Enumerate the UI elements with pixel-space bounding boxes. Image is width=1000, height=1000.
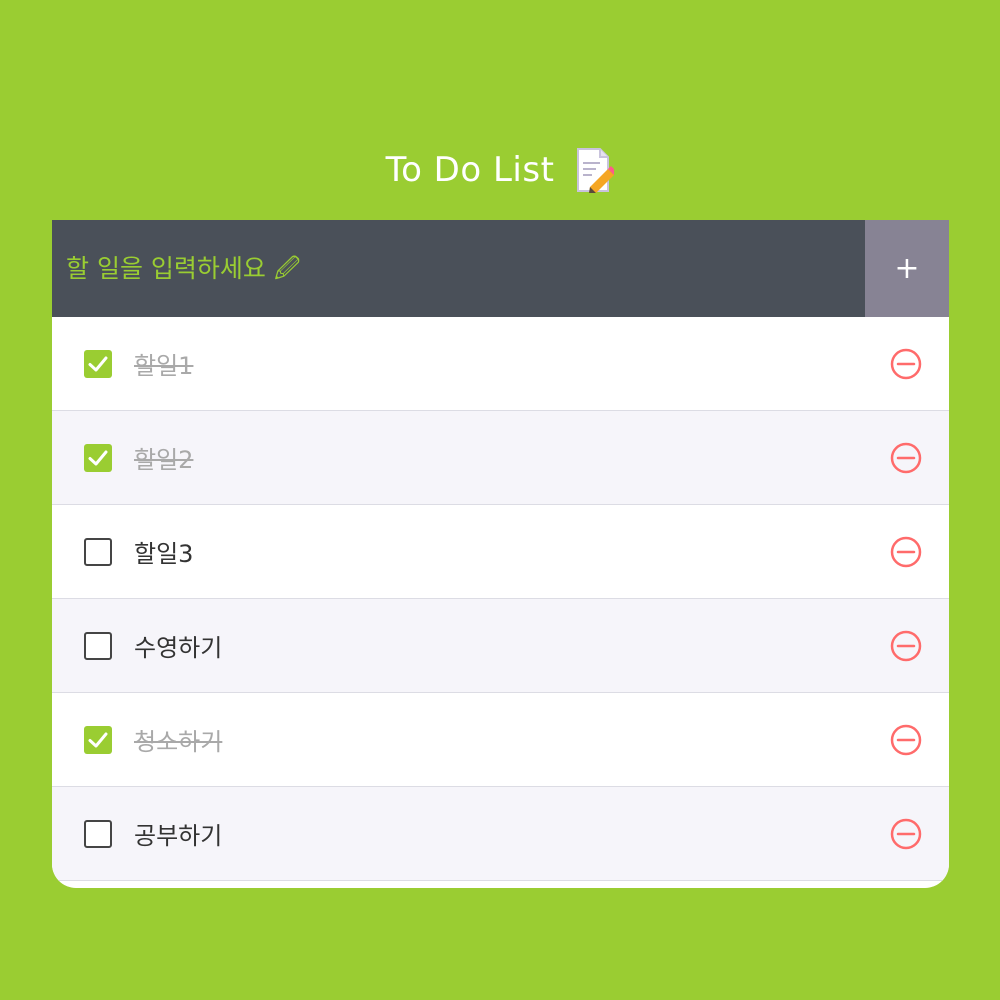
task-item: 수영하기 [52,599,949,693]
new-task-bar: + [52,220,949,317]
task-item: 청소하기 [52,693,949,787]
delete-task-button[interactable] [889,723,923,757]
task-item: 할일2 [52,411,949,505]
task-item: 할일3 [52,505,949,599]
task-checkbox[interactable] [84,537,112,566]
check-icon [88,450,108,465]
task-text: 청소하기 [134,728,223,756]
task-checkbox[interactable] [84,725,112,754]
task-item: 공부하기 [52,787,949,881]
delete-task-button[interactable] [889,629,923,663]
task-checkbox[interactable] [84,819,112,848]
new-task-input[interactable] [52,220,865,317]
task-text: 할일1 [134,352,194,380]
task-text: 공부하기 [134,822,223,850]
check-icon [88,732,108,747]
delete-task-button[interactable] [889,535,923,569]
app-title: To Do List [0,138,1000,202]
delete-task-button[interactable] [889,441,923,475]
task-list: 할일1 할일2 할일3 수영하기청소하기공부하기 [52,317,949,881]
task-checkbox[interactable] [84,443,112,472]
delete-task-button[interactable] [889,347,923,381]
task-checkbox[interactable] [84,349,112,378]
memo-icon [577,148,615,193]
task-checkbox[interactable] [84,631,112,660]
todo-card: + 할일1 할일2 할일3 수영하기청소하기공부하기 [52,220,949,888]
task-text: 수영하기 [134,634,223,662]
check-icon [88,356,108,371]
add-task-button[interactable]: + [865,220,949,317]
task-item: 할일1 [52,317,949,411]
task-text: 할일3 [134,540,194,568]
app-title-text: To Do List [385,150,555,190]
task-text: 할일2 [134,446,194,474]
delete-task-button[interactable] [889,817,923,851]
